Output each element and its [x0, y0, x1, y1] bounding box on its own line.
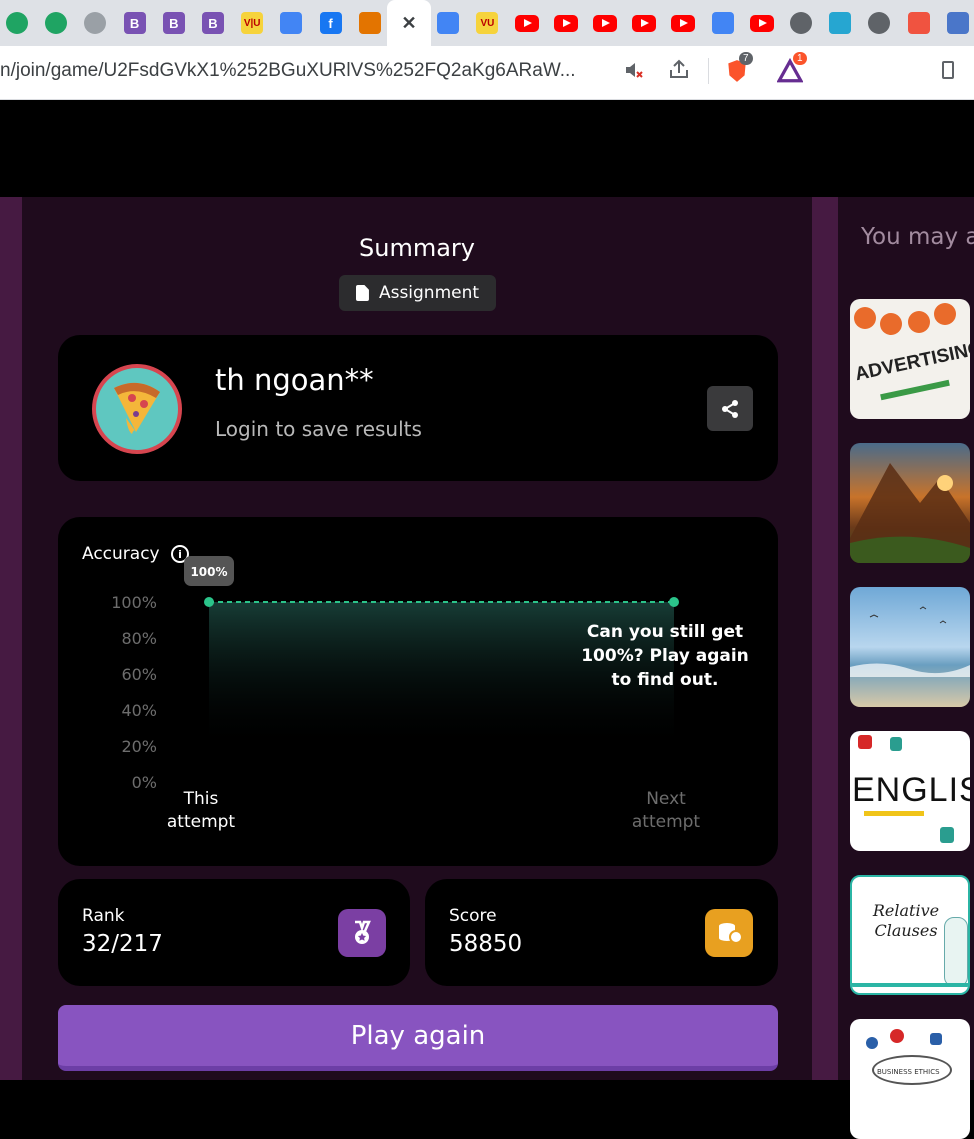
google-translate-icon	[280, 12, 303, 34]
score-value: 58850	[449, 931, 523, 957]
app-header	[0, 100, 974, 197]
brave-shield-icon[interactable]: 7	[724, 52, 753, 82]
play-again-button[interactable]: Play again	[58, 1005, 778, 1071]
toolbar-divider	[708, 58, 709, 84]
browser-tab[interactable]	[902, 6, 936, 40]
active-tab[interactable]: ✕	[387, 0, 431, 46]
browser-tab[interactable]: f	[314, 6, 348, 40]
browser-tab[interactable]: B	[118, 6, 152, 40]
address-bar[interactable]: n/join/game/U2FsdGVkX1%252BGuXURlVS%252F…	[0, 50, 815, 92]
google-drive-icon	[6, 12, 28, 34]
thumbnail-english[interactable]: ENGLISH	[850, 731, 970, 851]
laravel-icon	[907, 12, 930, 34]
brave-badge: 7	[739, 52, 753, 65]
browser-tab[interactable]	[39, 6, 73, 40]
browser-toolbar: n/join/game/U2FsdGVkX1%252BGuXURlVS%252F…	[0, 46, 974, 100]
youtube-icon	[671, 14, 696, 32]
muted-tab-icon[interactable]	[622, 58, 646, 82]
youtube-icon	[553, 14, 578, 32]
login-prompt[interactable]: Login to save results	[215, 417, 422, 441]
browser-tab[interactable]	[823, 6, 857, 40]
youtube-icon	[632, 14, 657, 32]
browser-tab[interactable]: B	[157, 6, 191, 40]
browser-tab[interactable]	[666, 6, 700, 40]
brave-rewards-icon[interactable]: 1	[776, 52, 807, 83]
browser-tab[interactable]	[431, 6, 465, 40]
share-icon	[722, 399, 738, 418]
thumbnail-advertising[interactable]: ADVERTISING	[850, 299, 970, 419]
browser-tab[interactable]: VU	[470, 6, 504, 40]
bot-icon	[84, 12, 107, 34]
youtube-icon	[749, 14, 774, 32]
flag-icon	[946, 12, 969, 34]
share-button[interactable]	[707, 386, 753, 431]
bootstrap-icon: B	[202, 12, 224, 34]
youtube-icon	[514, 14, 539, 32]
vu-icon: VU	[476, 12, 499, 34]
pizza-icon	[114, 382, 160, 434]
contact-icon	[358, 12, 381, 34]
thumbnail-caption: ENGLISH	[852, 771, 970, 809]
speaker-icon	[790, 12, 812, 34]
share-page-icon[interactable]	[667, 58, 691, 82]
accuracy-label: Accuracy	[82, 544, 160, 564]
browser-tab[interactable]	[353, 6, 387, 40]
browser-tab[interactable]	[510, 6, 544, 40]
app-icon	[829, 12, 852, 34]
browser-tab[interactable]	[78, 6, 112, 40]
thumbnail-relative-clauses[interactable]: Relative Clauses	[850, 875, 970, 995]
google-translate-icon	[711, 12, 734, 34]
score-label: Score	[449, 906, 497, 926]
thumbnail-business-ethics[interactable]: BUSINESS ETHICS	[850, 1019, 970, 1139]
rank-value: 32/217	[82, 931, 163, 957]
url-text[interactable]: n/join/game/U2FsdGVkX1%252BGuXURlVS%252F…	[0, 60, 576, 82]
browser-tab[interactable]	[706, 6, 740, 40]
accuracy-message: Can you still get 100%? Play again to fi…	[581, 622, 749, 690]
bootstrap-icon: B	[123, 12, 146, 34]
rank-label: Rank	[82, 906, 125, 926]
browser-tab-strip: BBBV|Uf✕VUG	[0, 0, 974, 46]
avatar	[92, 364, 182, 454]
assignment-tag: Assignment	[339, 275, 496, 311]
thumbnail-mountain[interactable]	[850, 443, 970, 563]
sidebar-title: You may a	[861, 224, 974, 250]
coins-icon	[705, 909, 753, 957]
browser-tab[interactable]	[627, 6, 661, 40]
document-icon	[355, 285, 369, 301]
google-drive-icon	[45, 12, 68, 34]
thumbnail-caption: BUSINESS ETHICS	[877, 1068, 940, 1076]
thumbnail-caption: Relative Clauses	[872, 901, 940, 940]
assignment-label: Assignment	[378, 283, 480, 303]
thumbnail-caption: ADVERTISING	[853, 337, 970, 386]
browser-tab[interactable]	[784, 6, 818, 40]
close-icon: ✕	[401, 12, 417, 33]
device-icon[interactable]	[936, 58, 960, 82]
bootstrap-icon: B	[162, 12, 185, 34]
summary-title: Summary	[359, 234, 475, 262]
medal-icon	[338, 909, 386, 957]
browser-tab[interactable]	[274, 6, 308, 40]
browser-tab[interactable]	[0, 6, 34, 40]
youtube-icon	[593, 14, 617, 32]
browser-tab[interactable]	[745, 6, 779, 40]
browser-tab[interactable]: V|U	[235, 6, 269, 40]
browser-tab[interactable]	[862, 6, 896, 40]
info-icon[interactable]: i	[171, 545, 189, 563]
browser-tab[interactable]	[588, 6, 622, 40]
browser-tab[interactable]	[941, 6, 974, 40]
google-docs-icon	[437, 12, 460, 34]
thumbnail-beach[interactable]	[850, 587, 970, 707]
player-name: th ngoan**	[215, 363, 374, 397]
browser-tab[interactable]	[549, 6, 583, 40]
globe-icon	[868, 12, 891, 34]
facebook-icon: f	[319, 12, 342, 34]
vu-icon: V|U	[241, 12, 264, 34]
browser-tab[interactable]: B	[196, 6, 230, 40]
rewards-badge: 1	[793, 52, 807, 65]
